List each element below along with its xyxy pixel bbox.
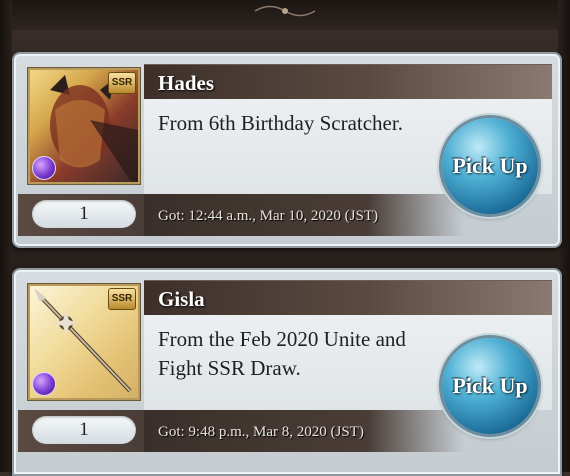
obtained-timestamp: Got: 12:44 a.m., Mar 10, 2020 (JST) [158,208,378,224]
count-bar: 1 [18,194,144,236]
got-bar: Got: 12:44 a.m., Mar 10, 2020 (JST) [144,194,464,236]
item-count: 1 [32,416,136,444]
dark-element-icon [32,372,56,396]
weapon-thumbnail[interactable]: SSR [28,284,140,400]
pick-up-button[interactable]: Pick Up [442,118,538,214]
count-bar: 1 [18,410,144,452]
name-bar: Hades [144,64,552,100]
item-name: Hades [158,71,215,95]
item-count: 1 [32,200,136,228]
name-bar: Gisla [144,280,552,316]
item-description: From the Feb 2020 Unite and Fight SSR Dr… [158,327,406,380]
character-thumbnail[interactable]: SSR [28,68,140,184]
item-description: From 6th Birthday Scratcher. [158,111,403,135]
pick-up-button[interactable]: Pick Up [442,338,538,434]
ssr-rarity-badge: SSR [108,288,136,310]
item-name: Gisla [158,287,205,311]
item-card-hades: SSR Hades From 6th Birthday Scratcher. 1… [12,52,562,248]
got-bar: Got: 9:48 p.m., Mar 8, 2020 (JST) [144,410,464,452]
left-frame [0,0,12,472]
top-frame [0,0,570,30]
dark-element-icon [32,156,56,180]
ornament-icon [254,5,316,17]
obtained-timestamp: Got: 9:48 p.m., Mar 8, 2020 (JST) [158,424,364,440]
item-card-gisla: SSR Gisla From the Feb 2020 Unite and Fi… [12,268,562,476]
ssr-rarity-badge: SSR [108,72,136,94]
